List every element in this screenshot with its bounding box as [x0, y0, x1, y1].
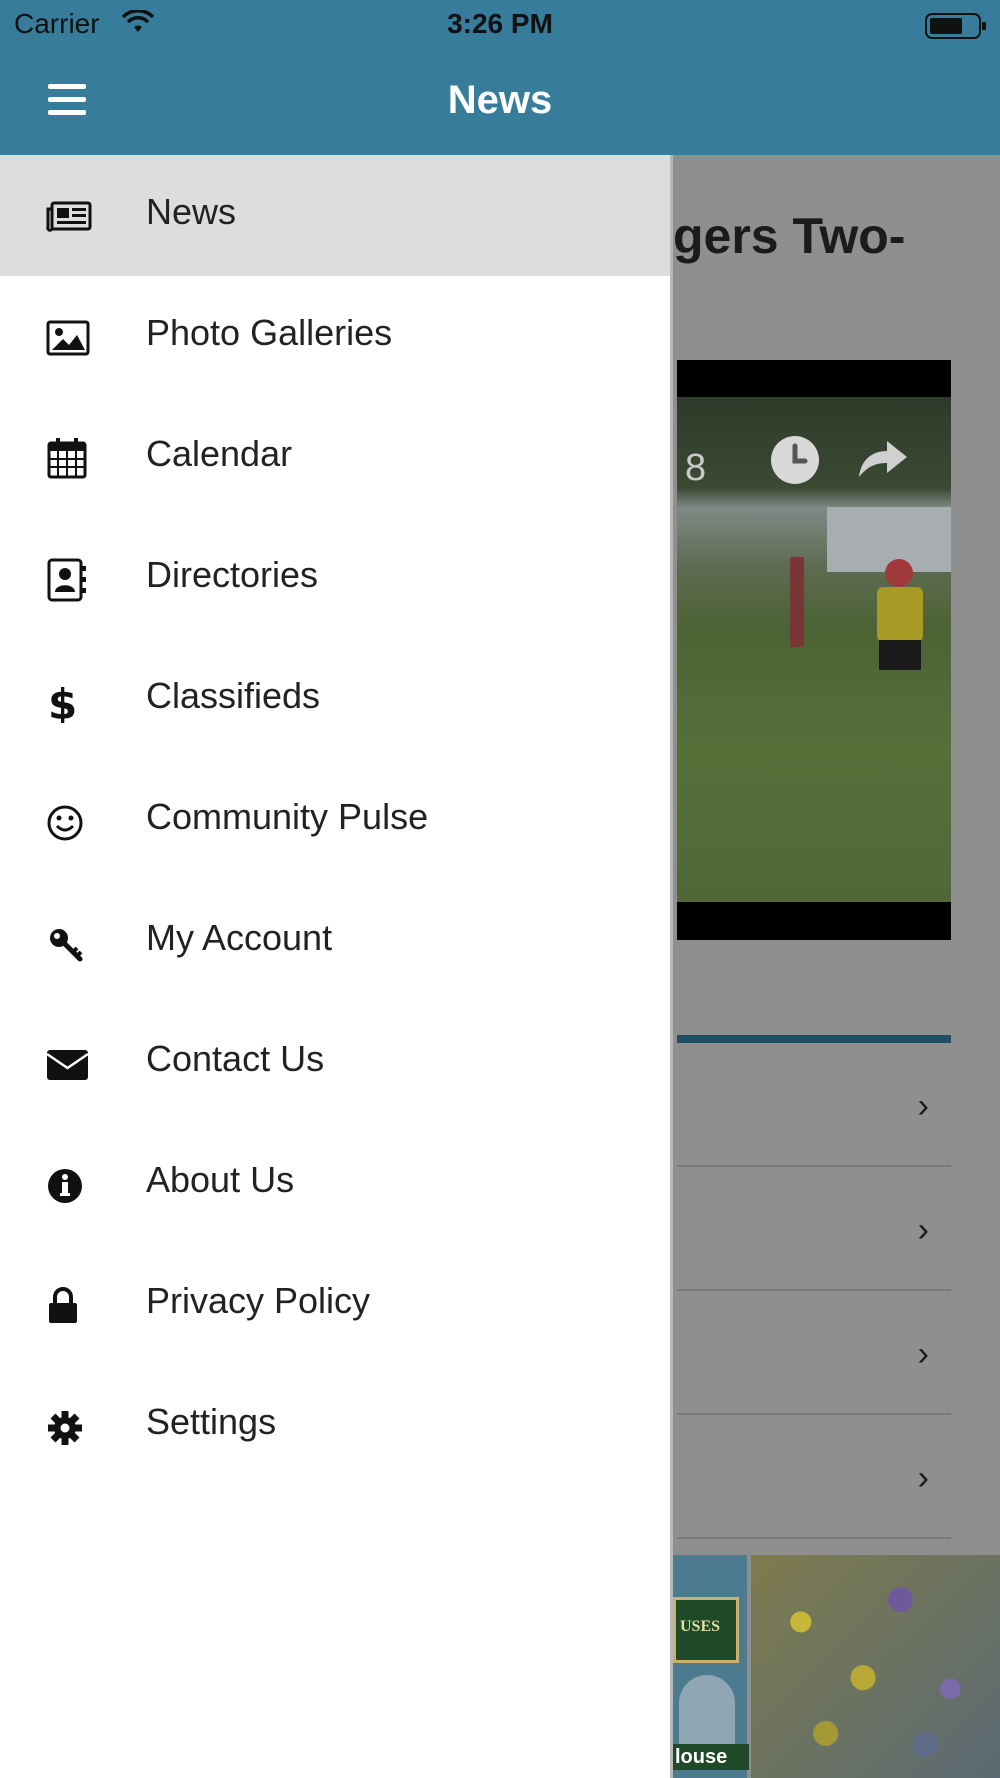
chevron-right-icon: › [917, 1211, 929, 1249]
status-bar: Carrier 3:26 PM [0, 0, 1000, 50]
side-drawer-menu: News Photo Galleries Calendar Directorie… [0, 155, 673, 1778]
envelope-icon [46, 1050, 89, 1080]
menu-item-news[interactable]: News [0, 155, 670, 276]
photo-kid-helmet [885, 559, 913, 587]
menu-item-label: Contact Us [146, 1038, 325, 1079]
ad-sign: USES [673, 1597, 739, 1663]
navigation-bar: Carrier 3:26 PM News [0, 0, 1000, 155]
battery-icon [925, 13, 986, 39]
smiley-icon [47, 805, 83, 841]
menu-item-community-pulse[interactable]: Community Pulse [0, 760, 670, 881]
image-icon [46, 320, 90, 356]
ad-person-photo [679, 1675, 735, 1745]
list-item[interactable]: › [677, 1415, 951, 1539]
advertisement-flowers-photo[interactable] [751, 1555, 1000, 1778]
menu-item-about-us[interactable]: About Us [0, 1123, 670, 1244]
article-headline: gers Two- [673, 208, 906, 264]
article-photo: 8 [677, 360, 951, 940]
share-icon[interactable] [855, 437, 909, 481]
newspaper-icon [46, 201, 92, 232]
status-time: 3:26 PM [447, 8, 553, 39]
menu-item-label: News [146, 191, 237, 232]
menu-item-classifieds[interactable]: $ Classifieds [0, 639, 670, 760]
key-icon [50, 929, 83, 962]
chevron-right-icon: › [917, 1335, 929, 1373]
menu-item-contact-us[interactable]: Contact Us [0, 1002, 670, 1123]
photo-image: 8 [677, 397, 951, 902]
info-icon [48, 1169, 82, 1203]
background-article-overlay[interactable]: gers Two- 8 › › › › USES louse [673, 155, 1000, 1778]
menu-item-label: Photo Galleries [146, 312, 393, 353]
menu-item-settings[interactable]: Settings [0, 1365, 670, 1486]
menu-item-directories[interactable]: Directories [0, 518, 670, 639]
menu-item-label: About Us [146, 1159, 295, 1200]
section-divider [677, 1035, 951, 1043]
menu-item-label: Directories [146, 554, 319, 595]
menu-item-label: My Account [146, 917, 333, 958]
list-item[interactable]: › [677, 1043, 951, 1167]
svg-text:$: $ [48, 680, 77, 723]
page-title: News [447, 78, 553, 122]
list-item[interactable]: › [677, 1167, 951, 1291]
gear-icon [48, 1411, 82, 1445]
menu-item-label: Settings [146, 1401, 277, 1442]
menu-item-my-account[interactable]: My Account [0, 881, 670, 1002]
menu-item-label: Calendar [146, 433, 293, 474]
ad-sign-text: USES [680, 1618, 721, 1635]
chevron-right-icon: › [917, 1087, 929, 1125]
photo-counter: 8 [685, 447, 707, 489]
dollar-icon: $ [48, 680, 77, 723]
lock-icon [49, 1287, 77, 1323]
menu-item-privacy-policy[interactable]: Privacy Policy [0, 1244, 670, 1365]
menu-item-calendar[interactable]: Calendar [0, 397, 670, 518]
advertisement-banner[interactable]: USES louse [673, 1555, 749, 1778]
calendar-icon [47, 438, 87, 479]
menu-item-label: Privacy Policy [146, 1280, 371, 1321]
photo-kid-shirt [877, 587, 923, 642]
contact-book-icon [47, 558, 86, 602]
ad-label: louse [673, 1744, 749, 1770]
photo-pole [790, 557, 804, 647]
chevron-right-icon: › [917, 1459, 929, 1497]
menu-item-label: Community Pulse [146, 796, 429, 837]
menu-item-label: Classifieds [146, 675, 321, 716]
photo-kid-shorts [879, 640, 921, 670]
menu-item-photo-galleries[interactable]: Photo Galleries [0, 276, 670, 397]
list-item[interactable]: › [677, 1291, 951, 1415]
clock-icon[interactable] [769, 434, 821, 486]
